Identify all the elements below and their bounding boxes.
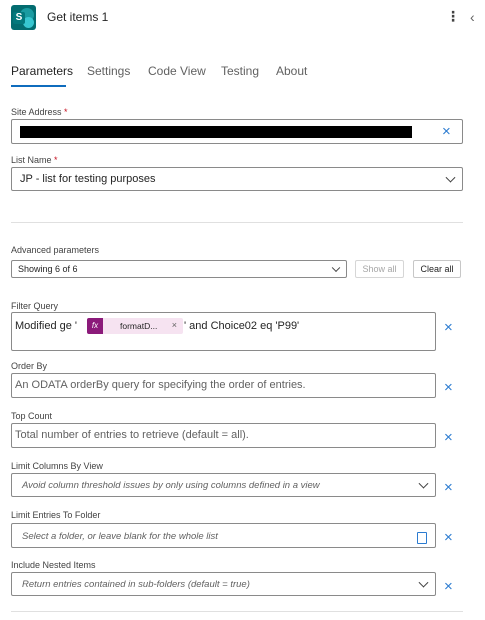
filter-query-prefix: Modified ge ' [15, 320, 78, 332]
limit-columns-placeholder: Avoid column threshold issues by only us… [22, 480, 320, 491]
top-count-field[interactable]: Total number of entries to retrieve (def… [11, 423, 436, 448]
section-divider [11, 611, 463, 612]
nested-items-placeholder: Return entries contained in sub-folders … [22, 579, 250, 590]
filter-query-label: Filter Query [11, 301, 59, 311]
sharepoint-logo-icon: S [11, 5, 36, 30]
tab-settings[interactable]: Settings [87, 64, 130, 78]
limit-columns-dropdown[interactable]: Avoid column threshold issues by only us… [11, 473, 436, 497]
advanced-parameters-label: Advanced parameters [11, 245, 100, 255]
active-tab-indicator [11, 85, 66, 87]
tab-parameters[interactable]: Parameters [11, 64, 73, 78]
action-title[interactable]: Get items 1 [47, 10, 108, 24]
show-all-button[interactable]: Show all [355, 260, 404, 278]
nested-items-dropdown[interactable]: Return entries contained in sub-folders … [11, 572, 436, 596]
function-token-name: formatD... [120, 321, 158, 331]
filter-query-field[interactable]: Modified ge ' fx formatD... × ' and Choi… [11, 312, 436, 351]
more-options-icon[interactable]: ⋮ [446, 8, 460, 24]
redacted-value [20, 126, 412, 138]
clear-site-address-icon[interactable]: × [442, 124, 451, 139]
advanced-parameters-dropdown[interactable]: Showing 6 of 6 [11, 260, 347, 278]
top-count-label: Top Count [11, 411, 53, 421]
tab-code-view[interactable]: Code View [148, 64, 206, 78]
site-address-label: Site Address * [11, 107, 68, 117]
tab-about[interactable]: About [276, 64, 307, 78]
clear-all-button[interactable]: Clear all [413, 260, 461, 278]
remove-token-icon[interactable]: × [172, 320, 177, 330]
chevron-down-icon [418, 577, 429, 588]
chevron-down-icon [445, 172, 456, 183]
section-divider [11, 222, 463, 223]
remove-limit-folder-icon[interactable]: × [444, 530, 453, 545]
function-fx-icon: fx [87, 318, 103, 334]
remove-limit-columns-icon[interactable]: × [444, 480, 453, 495]
remove-filter-query-icon[interactable]: × [444, 320, 453, 335]
list-name-label: List Name * [11, 155, 58, 165]
top-count-placeholder: Total number of entries to retrieve (def… [15, 429, 249, 441]
limit-columns-label: Limit Columns By View [11, 461, 103, 471]
remove-top-count-icon[interactable]: × [444, 430, 453, 445]
logo-letter: S [13, 12, 25, 24]
collapse-panel-icon[interactable]: ‹ [470, 9, 475, 25]
limit-folder-field[interactable]: Select a folder, or leave blank for the … [11, 523, 436, 548]
tab-testing[interactable]: Testing [221, 64, 259, 78]
order-by-field[interactable]: An ODATA orderBy query for specifying th… [11, 373, 436, 398]
order-by-label: Order By [11, 361, 48, 371]
folder-picker-icon[interactable] [417, 532, 427, 544]
advanced-dropdown-value: Showing 6 of 6 [18, 264, 78, 274]
limit-folder-label: Limit Entries To Folder [11, 510, 101, 520]
function-token[interactable]: fx formatD... × [87, 318, 183, 334]
limit-folder-placeholder: Select a folder, or leave blank for the … [22, 531, 218, 542]
chevron-down-icon [418, 478, 429, 489]
filter-query-suffix: ' and Choice02 eq 'P99' [184, 320, 300, 332]
site-address-field[interactable]: × [11, 119, 463, 144]
list-name-dropdown[interactable]: JP - list for testing purposes [11, 167, 463, 191]
chevron-down-icon [331, 263, 341, 273]
list-name-value: JP - list for testing purposes [20, 173, 156, 185]
nested-items-label: Include Nested Items [11, 560, 96, 570]
remove-order-by-icon[interactable]: × [444, 380, 453, 395]
order-by-placeholder: An ODATA orderBy query for specifying th… [15, 379, 306, 391]
remove-nested-items-icon[interactable]: × [444, 579, 453, 594]
